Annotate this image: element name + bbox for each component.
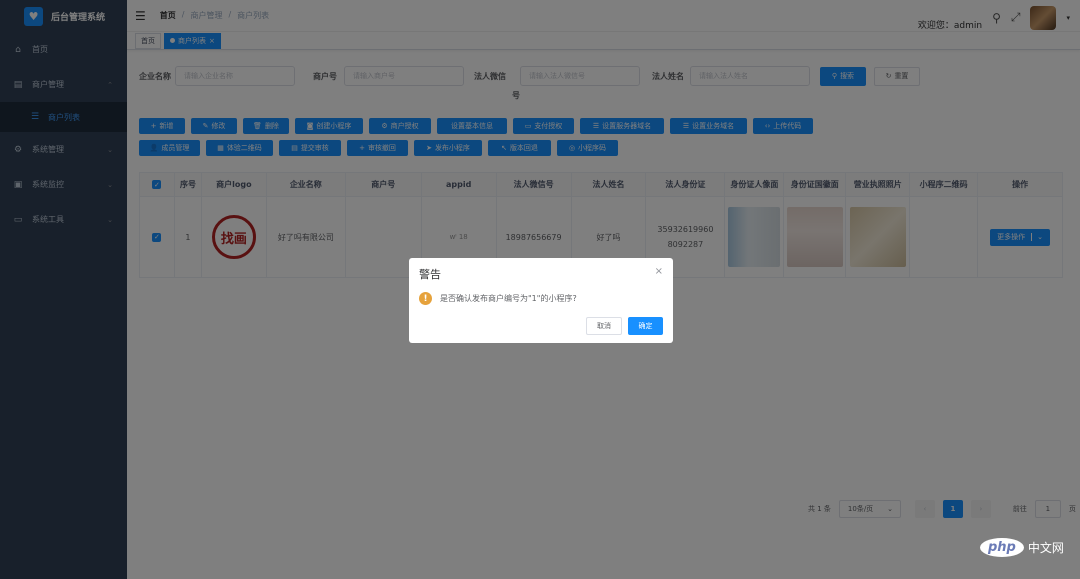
php-logo: php	[980, 538, 1024, 557]
dialog-title: 警告	[419, 268, 441, 281]
cancel-button[interactable]: 取消	[586, 317, 622, 335]
watermark-text: 中文网	[1027, 541, 1064, 555]
close-icon[interactable]: ×	[655, 266, 663, 277]
warning-dialog: 警告 × ! 是否确认发布商户编号为"1"的小程序? 取消 确定	[409, 258, 673, 343]
dialog-message: 是否确认发布商户编号为"1"的小程序?	[440, 294, 577, 303]
warning-icon: !	[419, 292, 432, 305]
site-watermark: php 中文网	[980, 538, 1064, 557]
confirm-button[interactable]: 确定	[628, 317, 663, 335]
dialog-message-row: ! 是否确认发布商户编号为"1"的小程序?	[419, 292, 577, 305]
